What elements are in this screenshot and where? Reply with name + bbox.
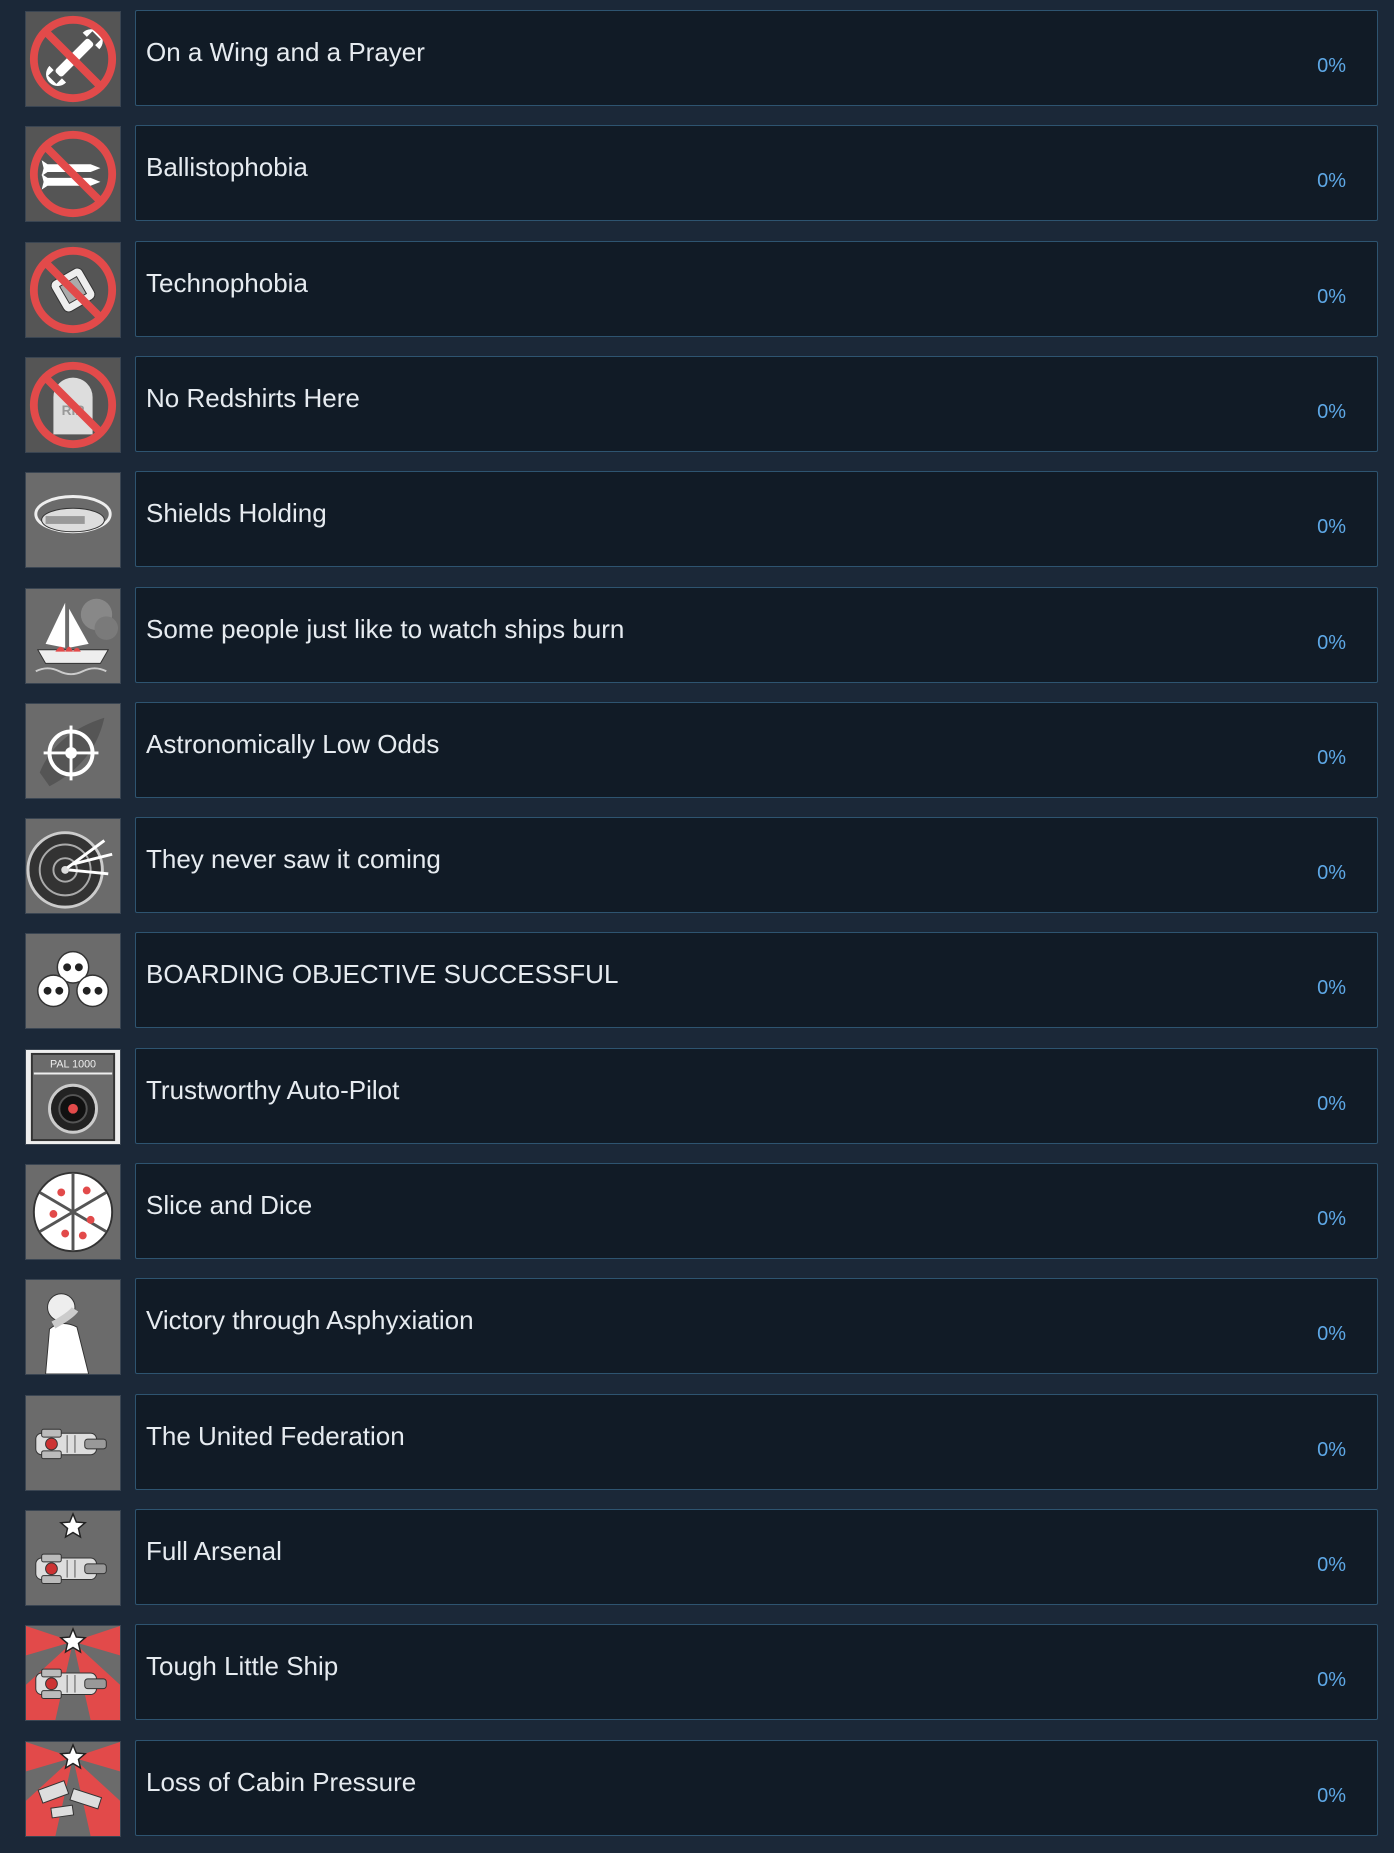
achievement-name: Astronomically Low Odds bbox=[146, 728, 440, 759]
shielded-ship-icon bbox=[25, 472, 121, 569]
achievement-row[interactable]: They never saw it coming 0% bbox=[25, 817, 1378, 915]
achievement-row[interactable]: Full Arsenal 0% bbox=[25, 1508, 1378, 1606]
achievement-name: Slice and Dice bbox=[146, 1190, 313, 1220]
achievement-panel[interactable]: Loss of Cabin Pressure 0% bbox=[135, 1739, 1378, 1836]
no-drone-icon bbox=[25, 241, 121, 338]
achievement-name: Some people just like to watch ships bur… bbox=[146, 613, 625, 644]
achievement-name: BOARDING OBJECTIVE SUCCESSFUL bbox=[146, 959, 619, 990]
achievement-name: They never saw it coming bbox=[146, 844, 441, 875]
achievement-panel[interactable]: Slice and Dice 0% bbox=[135, 1163, 1378, 1259]
achievement-panel[interactable]: Trustworthy Auto-Pilot 0% bbox=[135, 1047, 1378, 1144]
burning-ship-icon bbox=[25, 587, 121, 684]
achievement-percent: 0% bbox=[1317, 1208, 1346, 1230]
achievement-percent: 0% bbox=[1317, 862, 1346, 885]
achievement-name: On a Wing and a Prayer bbox=[146, 37, 425, 67]
achievement-panel[interactable]: They never saw it coming 0% bbox=[135, 817, 1378, 914]
achievement-percent: 0% bbox=[1317, 1092, 1346, 1115]
achievement-row[interactable]: Loss of Cabin Pressure 0% bbox=[25, 1739, 1378, 1837]
achievement-panel[interactable]: No Redshirts Here 0% bbox=[135, 355, 1378, 452]
achievement-percent: 0% bbox=[1317, 1438, 1346, 1461]
federation-ship-icon bbox=[25, 1394, 121, 1491]
achievement-name: Shields Holding bbox=[146, 498, 327, 529]
achievement-percent: 0% bbox=[1317, 1553, 1346, 1576]
achievement-percent: 0% bbox=[1317, 170, 1346, 193]
achievement-percent: 0% bbox=[1317, 1323, 1346, 1346]
achievement-row[interactable]: Slice and Dice 0% bbox=[25, 1163, 1378, 1260]
svg-text:PAL 1000: PAL 1000 bbox=[50, 1058, 96, 1070]
achievement-panel[interactable]: Shields Holding 0% bbox=[135, 471, 1378, 568]
achievement-panel[interactable]: Astronomically Low Odds 0% bbox=[135, 701, 1378, 798]
no-tombstone-icon: RIP bbox=[25, 356, 121, 453]
achievement-panel[interactable]: Tough Little Ship 0% bbox=[135, 1624, 1378, 1721]
achievement-list: On a Wing and a Prayer 0% Ballistophobia 0… bbox=[0, 0, 1394, 1853]
achievement-percent: 0% bbox=[1317, 746, 1346, 769]
achievement-panel[interactable]: BOARDING OBJECTIVE SUCCESSFUL 0% bbox=[135, 932, 1378, 1029]
achievement-row[interactable]: Technophobia 0% bbox=[25, 240, 1378, 338]
achievement-row[interactable]: On a Wing and a Prayer 0% bbox=[25, 10, 1378, 107]
achievement-panel[interactable]: Full Arsenal 0% bbox=[135, 1508, 1378, 1605]
achievement-panel[interactable]: Ballistophobia 0% bbox=[135, 125, 1378, 222]
achievement-row[interactable]: Victory through Asphyxiation 0% bbox=[25, 1278, 1378, 1376]
achievement-percent: 0% bbox=[1317, 516, 1346, 539]
achievement-row[interactable]: Astronomically Low Odds 0% bbox=[25, 701, 1378, 799]
achievement-row[interactable]: Shields Holding 0% bbox=[25, 471, 1378, 569]
achievement-name: Full Arsenal bbox=[146, 1535, 282, 1566]
achievement-name: Tough Little Ship bbox=[146, 1651, 339, 1682]
achievement-name: Ballistophobia bbox=[146, 152, 308, 183]
achievement-panel[interactable]: On a Wing and a Prayer 0% bbox=[135, 10, 1378, 106]
achievement-percent: 0% bbox=[1317, 55, 1346, 77]
achievement-row[interactable]: PAL 1000 Trustworthy Auto-Pilot 0% bbox=[25, 1047, 1378, 1145]
achievement-panel[interactable]: Technophobia 0% bbox=[135, 240, 1378, 337]
no-missiles-icon bbox=[25, 126, 121, 223]
achievement-panel[interactable]: Victory through Asphyxiation 0% bbox=[135, 1278, 1378, 1375]
star-ship-icon bbox=[25, 1509, 121, 1606]
achievement-name: The United Federation bbox=[146, 1420, 405, 1451]
dartboard-icon bbox=[25, 818, 121, 915]
crosshair-asteroid-icon bbox=[25, 702, 121, 799]
skulls-icon bbox=[25, 933, 121, 1030]
achievement-panel[interactable]: The United Federation 0% bbox=[135, 1393, 1378, 1490]
achievement-panel[interactable]: Some people just like to watch ships bur… bbox=[135, 586, 1378, 683]
star-ship-red-rays-icon bbox=[25, 1625, 121, 1722]
achievement-percent: 0% bbox=[1317, 285, 1346, 308]
star-ship-red-debris-icon bbox=[25, 1740, 121, 1837]
achievement-row[interactable]: RIP No Redshirts Here 0% bbox=[25, 355, 1378, 453]
pizza-icon bbox=[25, 1164, 121, 1260]
achievement-name: Trustworthy Auto-Pilot bbox=[146, 1074, 400, 1105]
achievement-row[interactable]: BOARDING OBJECTIVE SUCCESSFUL 0% bbox=[25, 932, 1378, 1030]
achievement-name: No Redshirts Here bbox=[146, 382, 360, 413]
achievement-row[interactable]: Tough Little Ship 0% bbox=[25, 1624, 1378, 1722]
ai-panel-icon: PAL 1000 bbox=[25, 1048, 121, 1145]
achievement-name: Technophobia bbox=[146, 267, 308, 298]
achievement-row[interactable]: Ballistophobia 0% bbox=[25, 125, 1378, 223]
achievement-percent: 0% bbox=[1317, 977, 1346, 1000]
achievement-percent: 0% bbox=[1317, 1669, 1346, 1692]
achievement-name: Victory through Asphyxiation bbox=[146, 1305, 474, 1336]
achievement-percent: 0% bbox=[1317, 631, 1346, 654]
achievement-percent: 0% bbox=[1317, 1784, 1346, 1807]
no-wrench-icon bbox=[25, 11, 121, 107]
achievement-name: Loss of Cabin Pressure bbox=[146, 1766, 417, 1797]
choking-man-icon bbox=[25, 1279, 121, 1376]
achievement-percent: 0% bbox=[1317, 400, 1346, 423]
achievement-row[interactable]: Some people just like to watch ships bur… bbox=[25, 586, 1378, 684]
achievement-row[interactable]: The United Federation 0% bbox=[25, 1393, 1378, 1491]
